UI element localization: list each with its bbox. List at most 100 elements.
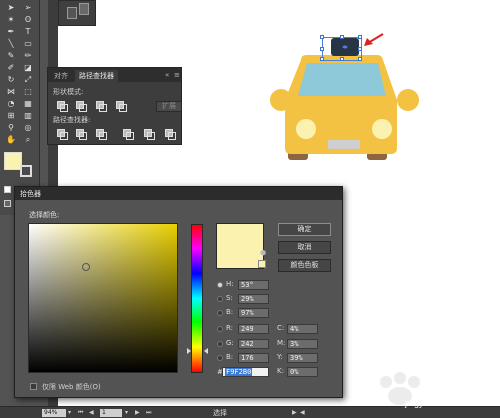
panel-menu-icon[interactable]: ≡ bbox=[174, 71, 180, 79]
first-artboard-icon[interactable]: ⏮ bbox=[78, 409, 83, 417]
blend-icon[interactable]: ◎ bbox=[21, 122, 35, 133]
hue-radio[interactable] bbox=[217, 282, 223, 288]
artboard-number-field[interactable]: 1 bbox=[100, 409, 122, 417]
resize-handle[interactable] bbox=[358, 35, 362, 39]
color-cursor[interactable] bbox=[82, 263, 90, 271]
hex-value: F9F2B0 bbox=[225, 368, 253, 376]
zoom-icon[interactable]: ⌕ bbox=[21, 134, 35, 145]
magenta-field[interactable]: 3% bbox=[287, 339, 318, 349]
cyan-field[interactable]: 4% bbox=[287, 324, 318, 334]
yellow-label: Y: bbox=[277, 353, 283, 361]
yellow-field[interactable]: 39% bbox=[287, 353, 318, 363]
expand-button[interactable]: 扩展 bbox=[156, 101, 182, 112]
blue-field[interactable]: 176 bbox=[238, 353, 269, 363]
stroke-color-swatch[interactable] bbox=[20, 165, 32, 177]
websafe-warning-icon[interactable]: ⬢ bbox=[260, 249, 266, 257]
green-radio[interactable] bbox=[217, 341, 223, 347]
resize-handle[interactable] bbox=[358, 57, 362, 61]
resize-handle[interactable] bbox=[358, 47, 362, 51]
previous-artboard-icon[interactable]: ◀ bbox=[89, 409, 94, 416]
zoom-field[interactable]: 94% bbox=[42, 409, 66, 417]
mesh-icon[interactable]: ⊞ bbox=[4, 110, 18, 121]
outline-icon[interactable] bbox=[144, 129, 155, 140]
lasso-icon[interactable]: ʘ bbox=[21, 14, 35, 25]
hue-slider[interactable] bbox=[191, 224, 203, 373]
resize-handle[interactable] bbox=[340, 35, 344, 39]
pencil-icon[interactable]: ✏ bbox=[21, 50, 35, 61]
resize-handle[interactable] bbox=[320, 47, 324, 51]
gradient-icon[interactable]: ▥ bbox=[21, 110, 35, 121]
panel-tab-bar: 对齐 路径查找器 « ≡ bbox=[48, 68, 181, 82]
hue-slider-left-arrow[interactable] bbox=[187, 348, 191, 354]
last-artboard-icon[interactable]: ⏭ bbox=[146, 409, 151, 417]
red-radio[interactable] bbox=[217, 326, 223, 332]
eyedropper-icon[interactable]: ⚲ bbox=[4, 122, 18, 133]
free-transform-icon[interactable]: ⬚ bbox=[21, 86, 35, 97]
status-prev-icon[interactable]: ◀ bbox=[300, 409, 305, 416]
hue-slider-right-arrow[interactable] bbox=[204, 348, 208, 354]
blob-brush-icon[interactable]: ✐ bbox=[4, 62, 18, 73]
eraser-icon[interactable]: ◪ bbox=[21, 62, 35, 73]
rectangle-icon[interactable]: ▭ bbox=[21, 38, 35, 49]
intersect-icon[interactable] bbox=[96, 101, 107, 112]
resize-handle[interactable] bbox=[320, 35, 324, 39]
color-picker-dialog: 拾色器 选择颜色: ⬢ 确定 取消 颜色色板 H: 53° S: 29% B: … bbox=[14, 186, 343, 398]
merge-icon[interactable] bbox=[96, 129, 107, 140]
unite-icon[interactable] bbox=[57, 101, 68, 112]
width-icon[interactable]: ⋈ bbox=[4, 86, 18, 97]
hue-field[interactable]: 53° bbox=[238, 280, 269, 290]
dialog-titlebar[interactable]: 拾色器 bbox=[15, 187, 342, 200]
perspective-grid-icon[interactable]: ▦ bbox=[21, 98, 35, 109]
tab-align[interactable]: 对齐 bbox=[50, 70, 72, 82]
panel-collapse-icon[interactable]: « bbox=[165, 71, 169, 79]
brightness-field[interactable]: 97% bbox=[238, 308, 269, 318]
line-segment-icon[interactable]: ╲ bbox=[4, 38, 18, 49]
select-color-label: 选择颜色: bbox=[29, 211, 60, 219]
hand-icon[interactable]: ✋ bbox=[4, 134, 18, 145]
direct-selection-arrow-icon[interactable]: ➢ bbox=[21, 2, 35, 13]
scale-icon[interactable]: ⤢ bbox=[21, 74, 35, 85]
magic-wand-icon[interactable]: ✶ bbox=[4, 14, 18, 25]
hex-field[interactable]: F9F2B0 bbox=[222, 367, 269, 377]
trim-icon[interactable] bbox=[76, 129, 87, 140]
red-field[interactable]: 249 bbox=[238, 324, 269, 334]
green-field[interactable]: 242 bbox=[238, 339, 269, 349]
draw-mode-icon[interactable] bbox=[4, 200, 11, 207]
divide-icon[interactable] bbox=[57, 129, 68, 140]
brightness-radio[interactable] bbox=[217, 310, 223, 316]
saturation-label: S: bbox=[226, 294, 233, 302]
next-artboard-icon[interactable]: ▶ bbox=[135, 409, 140, 416]
crop-icon[interactable] bbox=[123, 129, 134, 140]
black-field[interactable]: 0% bbox=[287, 367, 318, 377]
minus-front-icon[interactable] bbox=[76, 101, 87, 112]
minus-back-icon[interactable] bbox=[165, 129, 176, 140]
saturation-field[interactable]: 29% bbox=[238, 294, 269, 304]
ok-button[interactable]: 确定 bbox=[278, 223, 331, 236]
saturation-radio[interactable] bbox=[217, 296, 223, 302]
exclude-icon[interactable] bbox=[116, 101, 127, 112]
websafe-color-swatch[interactable] bbox=[258, 260, 266, 268]
blue-radio[interactable] bbox=[217, 355, 223, 361]
default-colors-icon[interactable] bbox=[4, 186, 11, 193]
zoom-dropdown-icon[interactable]: ▾ bbox=[68, 409, 71, 416]
resize-handle[interactable] bbox=[340, 57, 344, 61]
color-swatches-button[interactable]: 颜色色板 bbox=[278, 259, 331, 272]
arrange-documents-button[interactable] bbox=[58, 0, 96, 26]
rotate-icon[interactable]: ↻ bbox=[4, 74, 18, 85]
tools-panel: ➤ ➢ ✶ ʘ ✒ T ╲ ▭ ✎ ✏ ✐ ◪ ↻ ⤢ ⋈ ⬚ ◔ ▦ ⊞ ▥ … bbox=[0, 0, 40, 215]
pen-icon[interactable]: ✒ bbox=[4, 26, 18, 37]
text-icon[interactable]: T bbox=[21, 26, 35, 37]
status-arrow-icon[interactable]: ▶ bbox=[292, 409, 297, 416]
saturation-brightness-field[interactable] bbox=[28, 223, 178, 373]
resize-handle[interactable] bbox=[320, 57, 324, 61]
paintbrush-icon[interactable]: ✎ bbox=[4, 50, 18, 61]
cancel-button[interactable]: 取消 bbox=[278, 241, 331, 254]
selection-arrow-icon[interactable]: ➤ bbox=[4, 2, 18, 13]
selection-bounding-box[interactable] bbox=[320, 35, 362, 61]
tab-pathfinder[interactable]: 路径查找器 bbox=[75, 70, 118, 82]
shape-builder-icon[interactable]: ◔ bbox=[4, 98, 18, 109]
websafe-only-checkbox[interactable] bbox=[30, 383, 37, 390]
pathfinder-panel: 对齐 路径查找器 « ≡ 形状模式: 扩展 路径查找器: bbox=[47, 67, 182, 145]
cyan-label: C: bbox=[277, 324, 285, 332]
artboard-dropdown-icon[interactable]: ▾ bbox=[125, 409, 128, 416]
